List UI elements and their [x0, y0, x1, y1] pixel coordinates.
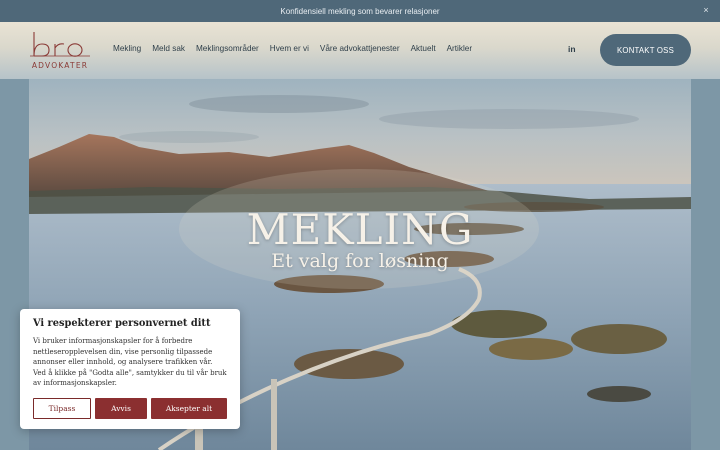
cookie-button-row: Tilpass Avvis Aksepter alt — [33, 398, 227, 419]
hero-subtitle: Et valg for løsning — [271, 250, 449, 272]
contact-button[interactable]: KONTAKT OSS — [600, 34, 691, 66]
hero-title: MEKLING — [246, 205, 474, 254]
logo-mark-icon — [30, 32, 90, 57]
reject-button[interactable]: Avvis — [95, 398, 147, 419]
main-nav: Mekling Meld sak Meklingsområder Hvem er… — [113, 44, 483, 53]
cookie-title: Vi respekterer personvernet ditt — [33, 318, 211, 329]
nav-item-mekling[interactable]: Mekling — [113, 44, 141, 53]
nav-item-advokattjenester[interactable]: Våre advokattjenester — [320, 44, 400, 53]
nav-item-aktuelt[interactable]: Aktuelt — [411, 44, 436, 53]
logo-subtitle: ADVOKATER — [31, 61, 89, 70]
close-icon[interactable]: × — [700, 4, 712, 16]
linkedin-icon[interactable]: in — [568, 44, 576, 54]
cookie-body: Vi bruker informasjonskapsler for å forb… — [33, 337, 227, 387]
accept-all-button[interactable]: Aksepter alt — [151, 398, 227, 419]
site-header: ADVOKATER Mekling Meld sak Meklingsområd… — [0, 22, 720, 79]
nav-item-meklingsomrader[interactable]: Meklingsområder — [196, 44, 259, 53]
announcement-text: Konfidensiell mekling som bevarer relasj… — [280, 6, 440, 16]
logo[interactable]: ADVOKATER — [28, 30, 92, 72]
cookie-consent-dialog: Vi respekterer personvernet ditt Vi bruk… — [20, 309, 240, 429]
announcement-bar: Konfidensiell mekling som bevarer relasj… — [0, 0, 720, 22]
nav-item-hvem-er-vi[interactable]: Hvem er vi — [270, 44, 309, 53]
nav-item-meld-sak[interactable]: Meld sak — [152, 44, 185, 53]
nav-item-artikler[interactable]: Artikler — [447, 44, 472, 53]
customize-button[interactable]: Tilpass — [33, 398, 91, 419]
